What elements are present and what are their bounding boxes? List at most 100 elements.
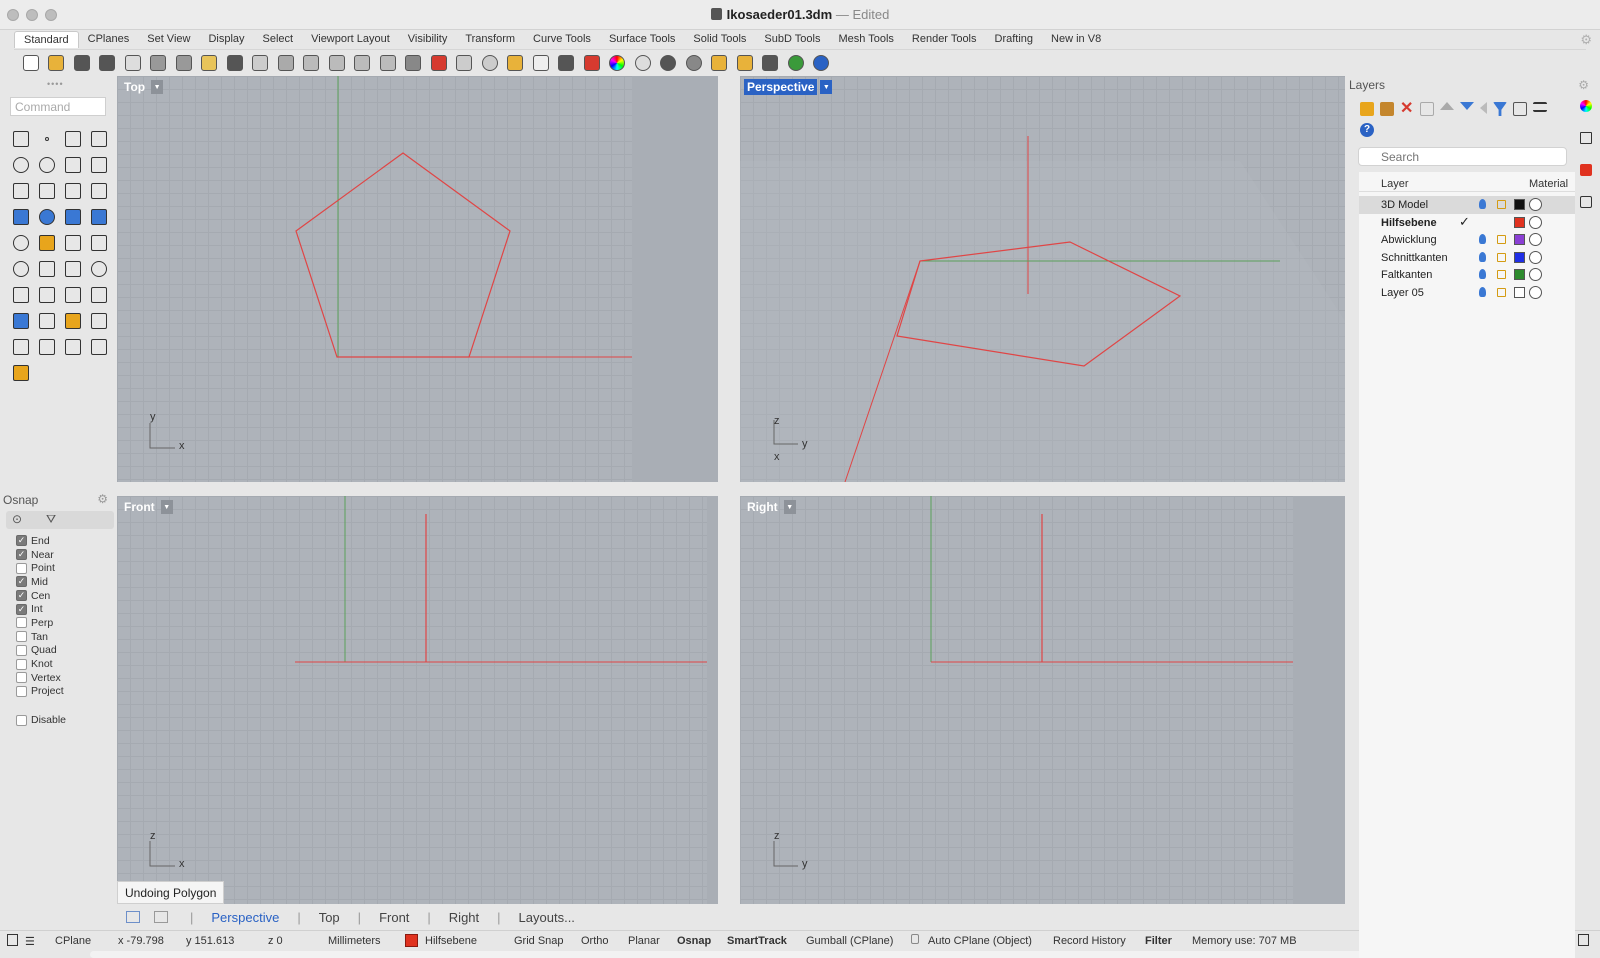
viewport-front[interactable]: z x Front ▼ [117, 496, 718, 904]
osnap-perp[interactable]: Perp [16, 616, 66, 630]
list-icon[interactable]: ☰ [25, 935, 35, 948]
layer-icon[interactable] [579, 52, 605, 74]
layer-color-swatch[interactable] [1514, 269, 1525, 280]
layer-name[interactable]: Hilfsebene [1381, 217, 1437, 229]
osnap-end-checkbox[interactable]: ✓ [16, 535, 27, 547]
print-icon[interactable] [95, 52, 121, 74]
osnap-tab-filter-icon[interactable]: ⛛ [46, 512, 56, 527]
sphere-wire-icon[interactable] [630, 52, 656, 74]
layer-lock-icon[interactable] [1497, 252, 1506, 262]
layer-color-swatch[interactable] [1514, 234, 1525, 245]
tab-visibility[interactable]: Visibility [399, 31, 457, 47]
layers-icon[interactable] [1580, 164, 1592, 176]
pentagon-curve[interactable] [295, 152, 511, 358]
car-icon[interactable] [426, 52, 452, 74]
viewport-right-menu-chevron-down-icon[interactable]: ▼ [783, 500, 796, 514]
copy-icon[interactable] [171, 52, 197, 74]
osnap-mid-checkbox[interactable]: ✓ [16, 576, 27, 588]
status-current-layer[interactable]: Hilfsebene [425, 935, 477, 947]
four-viewports-icon[interactable] [126, 911, 140, 923]
osnap-knot-checkbox[interactable] [16, 658, 27, 670]
fillet-curve-icon[interactable] [34, 178, 60, 204]
tab-subd-tools[interactable]: SubD Tools [755, 31, 829, 47]
import-icon[interactable] [120, 52, 146, 74]
status-smarttrack[interactable]: SmartTrack [727, 935, 787, 947]
layer-name[interactable]: Layer 05 [1381, 287, 1424, 299]
filter-icon[interactable] [1493, 102, 1507, 116]
osnap-quad-checkbox[interactable] [16, 644, 27, 656]
tab-cplanes[interactable]: CPlanes [79, 31, 139, 47]
cut-icon[interactable] [146, 52, 172, 74]
new-sublayer-icon[interactable] [1380, 102, 1394, 116]
layer-lock-icon[interactable] [1497, 287, 1506, 297]
status-auto-cplane[interactable]: Auto CPlane (Object) [928, 935, 1032, 947]
osnap-int[interactable]: ✓ Int [16, 602, 66, 616]
tab-drafting[interactable]: Drafting [986, 31, 1043, 47]
tab-viewport-layout[interactable]: Viewport Layout [302, 31, 399, 47]
osnap-vertex-checkbox[interactable] [16, 672, 27, 684]
layer-menu-icon[interactable] [1533, 102, 1547, 112]
grid-array-icon[interactable] [34, 308, 60, 334]
layer-lock-icon[interactable] [1497, 235, 1506, 244]
tab-standard[interactable]: Standard [14, 30, 79, 48]
properties-icon[interactable] [1580, 196, 1592, 208]
viewport-perspective-menu-chevron-down-icon[interactable]: ▼ [820, 80, 833, 94]
tabs-settings-gear-icon[interactable]: ⚙ [1580, 32, 1592, 48]
tab-perspective[interactable]: Perspective [203, 910, 287, 925]
pan-hand-icon[interactable] [248, 52, 274, 74]
rotate-view-icon[interactable] [273, 52, 299, 74]
color-wheel-icon[interactable] [1580, 100, 1592, 112]
undo-icon[interactable] [222, 52, 248, 74]
status-units[interactable]: Millimeters [328, 935, 381, 947]
point-icon[interactable] [34, 126, 60, 152]
viewport-perspective-label[interactable]: Perspective [744, 79, 818, 95]
osnap-project-checkbox[interactable] [16, 685, 27, 697]
layer-visibility-bulb-icon[interactable] [1479, 199, 1486, 209]
four-viewports-icon[interactable] [401, 52, 427, 74]
osnap-tab-snaps-icon[interactable]: ⊙ [12, 512, 22, 526]
collapse-icon[interactable] [1480, 102, 1487, 114]
split-icon[interactable] [86, 230, 112, 256]
viewport-top-label[interactable]: Top [121, 79, 148, 95]
tab-right[interactable]: Right [441, 910, 487, 925]
status-cplane[interactable]: CPlane [55, 935, 91, 947]
layer-visibility-bulb-icon[interactable] [1479, 269, 1486, 279]
zoom-icon[interactable] [299, 52, 325, 74]
box-icon[interactable] [8, 204, 34, 230]
tab-transform[interactable]: Transform [456, 31, 524, 47]
select-arrow-icon[interactable] [8, 126, 34, 152]
fold-icon[interactable] [8, 334, 34, 360]
light-icon[interactable] [8, 360, 34, 386]
osnap-quad[interactable]: Quad [16, 644, 66, 658]
help-icon[interactable] [809, 52, 835, 74]
status-osnap[interactable]: Osnap [677, 935, 711, 947]
text-icon[interactable] [8, 282, 34, 308]
arc-icon[interactable] [60, 152, 86, 178]
sphere-rendered-icon[interactable] [681, 52, 707, 74]
layer-row[interactable]: Faltkanten [1359, 266, 1575, 284]
current-layer-color-swatch[interactable] [405, 934, 418, 947]
osnap-near[interactable]: ✓ Near [16, 548, 66, 562]
group-icon[interactable] [8, 256, 34, 282]
polygon-icon[interactable] [8, 178, 34, 204]
revolve-icon[interactable] [86, 178, 112, 204]
rectangle-icon[interactable] [86, 152, 112, 178]
zoom-window-icon[interactable] [324, 52, 350, 74]
osnap-point[interactable]: Point [16, 561, 66, 575]
single-viewport-icon[interactable] [154, 911, 168, 923]
extrude-icon[interactable] [86, 204, 112, 230]
layer-visibility-bulb-icon[interactable] [1479, 286, 1486, 297]
osnap-point-checkbox[interactable] [16, 562, 27, 574]
column-layer[interactable]: Layer [1381, 178, 1409, 190]
points-on-icon[interactable] [8, 230, 34, 256]
check-icon[interactable] [60, 334, 86, 360]
trim-icon[interactable] [60, 230, 86, 256]
osnap-settings-gear-icon[interactable]: ⚙ [97, 492, 108, 506]
polyline-icon[interactable] [86, 126, 112, 152]
layer-material-icon[interactable] [1529, 268, 1542, 281]
osnap-tan[interactable]: Tan [16, 630, 66, 644]
column-material[interactable]: Material [1529, 178, 1568, 190]
layer-row[interactable]: Hilfsebene ✓ [1359, 214, 1575, 232]
curve-icon[interactable] [60, 126, 86, 152]
dimension-icon[interactable] [758, 52, 784, 74]
